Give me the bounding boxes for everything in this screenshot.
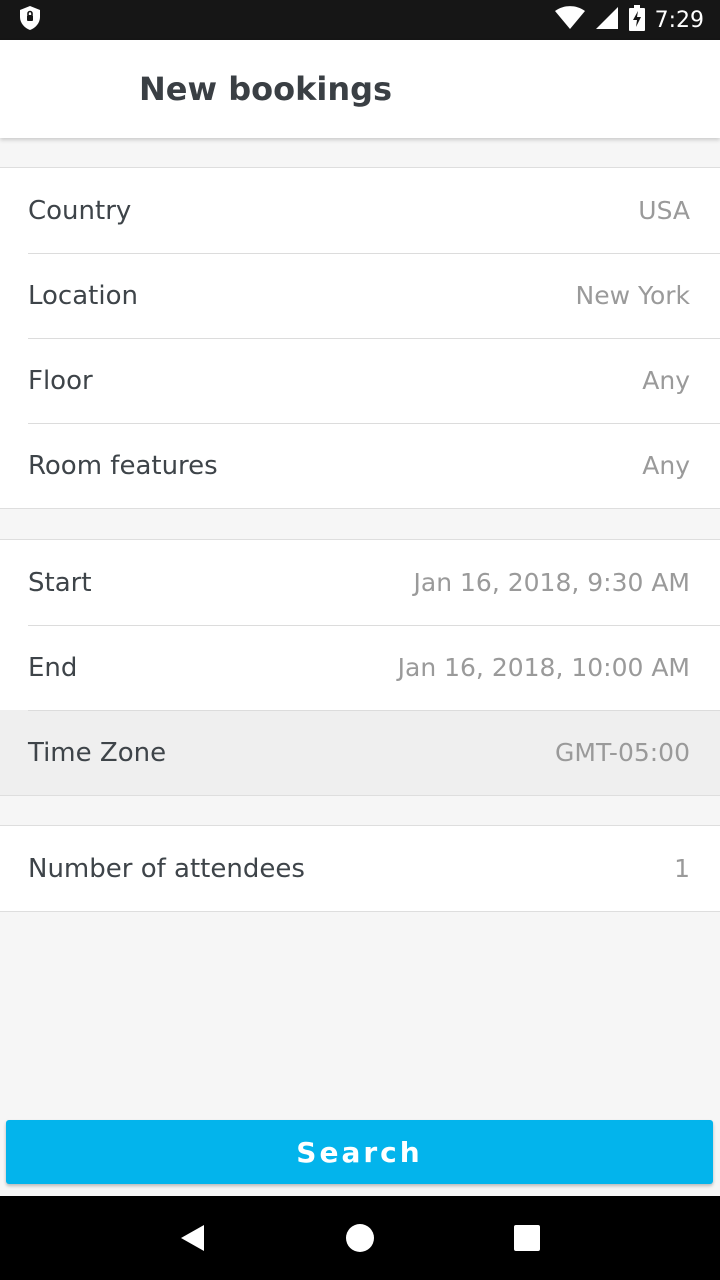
floor-label: Floor bbox=[28, 365, 93, 396]
booking-form: Country USA Location New York Floor Any … bbox=[0, 138, 720, 912]
end-row[interactable]: End Jan 16, 2018, 10:00 AM bbox=[0, 625, 720, 710]
time-group: Start Jan 16, 2018, 9:30 AM End Jan 16, … bbox=[0, 539, 720, 796]
location-value: New York bbox=[575, 281, 690, 310]
time-zone-label: Time Zone bbox=[28, 737, 167, 768]
home-icon[interactable] bbox=[330, 1208, 390, 1268]
search-button[interactable]: Search bbox=[6, 1120, 713, 1184]
end-label: End bbox=[28, 652, 78, 683]
room-features-label: Room features bbox=[28, 450, 218, 481]
attendees-value: 1 bbox=[674, 854, 690, 883]
back-icon[interactable] bbox=[163, 1208, 223, 1268]
country-value: USA bbox=[638, 196, 690, 225]
location-label: Location bbox=[28, 280, 138, 311]
app-bar: New bookings bbox=[0, 40, 720, 138]
start-label: Start bbox=[28, 567, 92, 598]
wifi-icon bbox=[554, 6, 585, 34]
room-features-value: Any bbox=[642, 451, 690, 480]
time-zone-row[interactable]: Time Zone GMT-05:00 bbox=[0, 710, 720, 795]
attendees-group: Number of attendees 1 bbox=[0, 825, 720, 912]
country-row[interactable]: Country USA bbox=[0, 168, 720, 253]
start-value: Jan 16, 2018, 9:30 AM bbox=[413, 568, 690, 597]
signal-icon bbox=[595, 6, 619, 34]
navigation-bar bbox=[0, 1196, 720, 1280]
end-value: Jan 16, 2018, 10:00 AM bbox=[397, 653, 690, 682]
floor-value: Any bbox=[642, 366, 690, 395]
country-label: Country bbox=[28, 195, 132, 226]
floor-row[interactable]: Floor Any bbox=[0, 338, 720, 423]
attendees-label: Number of attendees bbox=[28, 853, 305, 884]
attendees-row[interactable]: Number of attendees 1 bbox=[0, 826, 720, 911]
page-title: New bookings bbox=[139, 70, 393, 108]
location-row[interactable]: Location New York bbox=[0, 253, 720, 338]
status-bar: 7:29 bbox=[0, 0, 720, 40]
start-row[interactable]: Start Jan 16, 2018, 9:30 AM bbox=[0, 540, 720, 625]
battery-charging-icon bbox=[628, 5, 645, 35]
time-zone-value: GMT-05:00 bbox=[555, 738, 690, 767]
shield-icon bbox=[18, 5, 42, 35]
room-features-row[interactable]: Room features Any bbox=[0, 423, 720, 508]
status-time: 7:29 bbox=[654, 7, 704, 33]
location-group: Country USA Location New York Floor Any … bbox=[0, 167, 720, 509]
recents-icon[interactable] bbox=[497, 1208, 557, 1268]
